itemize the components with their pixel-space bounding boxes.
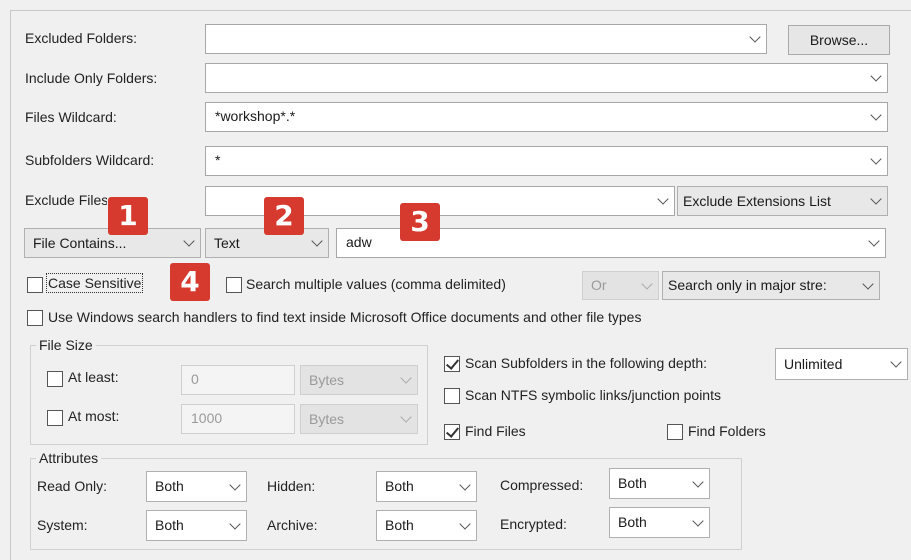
- compressed-value: Both: [618, 475, 647, 491]
- chevron-down-icon: [870, 70, 882, 82]
- at-most-unit-dropdown[interactable]: Bytes: [300, 404, 418, 434]
- file-size-title: File Size: [36, 337, 96, 353]
- subfolders-wildcard-combo[interactable]: *: [205, 146, 888, 176]
- at-least-label[interactable]: At least:: [68, 369, 119, 385]
- at-least-value: 0: [191, 371, 199, 387]
- chevron-down-icon: [311, 235, 323, 247]
- chevron-down-icon: [692, 475, 704, 488]
- attributes-title: Attributes: [36, 450, 102, 466]
- encrypted-dropdown[interactable]: Both: [609, 507, 710, 538]
- case-sensitive-checkbox[interactable]: [27, 277, 43, 293]
- chevron-down-icon: [870, 153, 882, 165]
- read-only-dropdown[interactable]: Both: [146, 471, 247, 502]
- at-most-value: 1000: [191, 410, 223, 426]
- callout-badge-1: 1: [108, 197, 148, 235]
- scan-subfolders-checkbox[interactable]: [444, 356, 460, 372]
- excluded-folders-label: Excluded Folders:: [25, 30, 138, 46]
- callout-badge-2: 2: [264, 197, 304, 235]
- hidden-dropdown[interactable]: Both: [376, 471, 477, 502]
- browse-button[interactable]: Browse...: [788, 25, 890, 55]
- chevron-down-icon: [657, 193, 669, 205]
- chevron-down-icon: [749, 31, 761, 43]
- exclude-files-label: Exclude Files:: [25, 192, 107, 208]
- subfolders-wildcard-value: *: [215, 152, 221, 168]
- chevron-down-icon: [890, 356, 902, 368]
- encrypted-label: Encrypted:: [500, 516, 567, 532]
- archive-dropdown[interactable]: Both: [376, 510, 477, 541]
- excluded-folders-combo[interactable]: [205, 24, 767, 54]
- subfolders-wildcard-label: Subfolders Wildcard:: [25, 152, 155, 168]
- compressed-label: Compressed:: [500, 477, 584, 493]
- callout-badge-3: 3: [400, 203, 440, 241]
- chevron-down-icon: [400, 372, 412, 384]
- find-files-checkbox[interactable]: [444, 424, 460, 440]
- hidden-label: Hidden:: [267, 478, 316, 494]
- windows-handlers-label[interactable]: Use Windows search handlers to find text…: [48, 309, 641, 325]
- or-value: Or: [591, 277, 607, 293]
- multiple-values-label[interactable]: Search multiple values (comma delimited): [246, 276, 506, 292]
- scan-depth-dropdown[interactable]: Unlimited: [775, 348, 908, 380]
- include-only-folders-combo[interactable]: [205, 63, 888, 93]
- at-least-checkbox[interactable]: [47, 371, 63, 387]
- case-sensitive-label[interactable]: Case Sensitive: [45, 273, 144, 293]
- chevron-down-icon: [641, 277, 653, 290]
- at-least-unit-value: Bytes: [309, 372, 345, 388]
- scan-depth-value: Unlimited: [784, 356, 843, 372]
- chevron-down-icon: [400, 411, 412, 423]
- files-wildcard-combo[interactable]: *workshop*.*: [205, 102, 888, 132]
- files-wildcard-value: *workshop*.*: [215, 108, 296, 124]
- read-only-label: Read Only:: [37, 478, 108, 494]
- archive-value: Both: [385, 517, 414, 533]
- at-most-input[interactable]: 1000: [181, 404, 295, 434]
- chevron-down-icon: [229, 517, 241, 530]
- chevron-down-icon: [862, 277, 874, 290]
- chevron-down-icon: [692, 514, 704, 527]
- hidden-value: Both: [385, 478, 414, 494]
- windows-handlers-checkbox[interactable]: [27, 310, 43, 326]
- encrypted-value: Both: [618, 514, 647, 530]
- archive-label: Archive:: [267, 517, 318, 533]
- exclude-extensions-value: Exclude Extensions List: [683, 193, 831, 209]
- compressed-dropdown[interactable]: Both: [609, 468, 710, 499]
- system-label: System:: [37, 517, 88, 533]
- search-type-value: Text: [214, 235, 240, 251]
- chevron-down-icon: [183, 235, 195, 247]
- at-most-checkbox[interactable]: [47, 410, 63, 426]
- stream-value: Search only in major stre:: [668, 277, 827, 293]
- chevron-down-icon: [229, 478, 241, 491]
- search-mode-value: File Contains...: [33, 235, 127, 251]
- chevron-down-icon: [868, 235, 880, 247]
- at-most-unit-value: Bytes: [309, 411, 345, 427]
- system-value: Both: [155, 517, 184, 533]
- scan-ntfs-label[interactable]: Scan NTFS symbolic links/junction points: [465, 387, 721, 403]
- stream-dropdown[interactable]: Search only in major stre:: [662, 271, 880, 300]
- or-dropdown[interactable]: Or: [582, 271, 659, 300]
- find-files-label[interactable]: Find Files: [465, 423, 526, 439]
- multiple-values-checkbox[interactable]: [226, 277, 242, 293]
- system-dropdown[interactable]: Both: [146, 510, 247, 541]
- find-folders-checkbox[interactable]: [667, 424, 683, 440]
- at-least-unit-dropdown[interactable]: Bytes: [300, 365, 418, 395]
- callout-badge-4: 4: [170, 263, 210, 301]
- scan-subfolders-label[interactable]: Scan Subfolders in the following depth:: [465, 355, 707, 371]
- find-folders-label[interactable]: Find Folders: [688, 423, 766, 439]
- search-text-value: adw: [346, 234, 372, 250]
- chevron-down-icon: [459, 517, 471, 530]
- browse-button-label: Browse...: [809, 32, 869, 48]
- chevron-down-icon: [870, 109, 882, 121]
- include-only-folders-label: Include Only Folders:: [25, 70, 158, 86]
- read-only-value: Both: [155, 478, 184, 494]
- scan-ntfs-checkbox[interactable]: [444, 388, 460, 404]
- chevron-down-icon: [459, 478, 471, 491]
- exclude-extensions-dropdown[interactable]: Exclude Extensions List: [677, 186, 888, 216]
- files-wildcard-label: Files Wildcard:: [25, 109, 117, 125]
- at-least-input[interactable]: 0: [181, 365, 295, 395]
- chevron-down-icon: [870, 193, 882, 205]
- at-most-label[interactable]: At most:: [68, 408, 119, 424]
